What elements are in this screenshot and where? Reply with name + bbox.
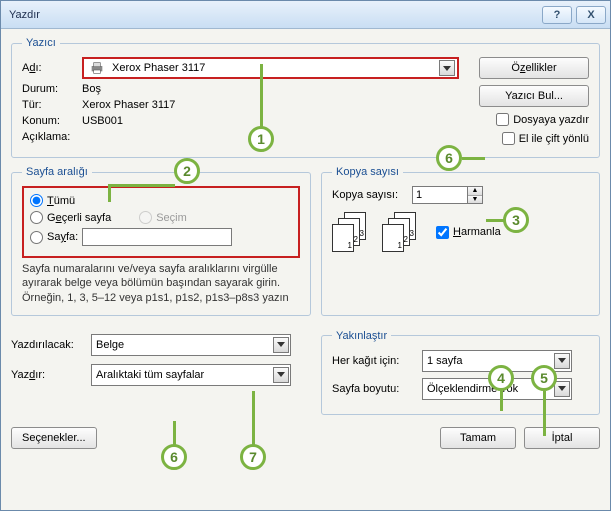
spin-down[interactable]: ▼ [468, 196, 482, 204]
zoom-legend: Yakınlaştır [332, 330, 391, 342]
help-button[interactable]: ? [542, 6, 572, 24]
cancel-button[interactable]: İptal [524, 427, 600, 449]
page-range-highlight: Tümü Geçerli sayfa Seçim Sayfa: [22, 186, 300, 258]
range-selection-radio [139, 211, 152, 224]
range-help-text: Sayfa numaralarını ve/veya sayfa aralıkl… [22, 262, 300, 305]
collate-check[interactable]: Harmanla [436, 226, 501, 239]
range-all-label: Tümü [47, 195, 75, 207]
location-label: Konum: [22, 115, 82, 127]
page-range-legend: Sayfa aralığı [22, 166, 92, 178]
printer-icon [88, 60, 106, 76]
persheet-select[interactable]: 1 sayfa [422, 350, 572, 372]
manual-duplex-check[interactable]: El ile çift yönlü [502, 132, 589, 145]
scale-drop[interactable] [554, 381, 570, 397]
print-drop[interactable] [273, 367, 289, 383]
collate-icon-2 [382, 212, 416, 252]
comment-label: Açıklama: [22, 131, 82, 143]
copies-count-label: Kopya sayısı: [332, 189, 412, 201]
type-label: Tür: [22, 99, 82, 111]
properties-button[interactable]: Özellikler [479, 57, 589, 79]
zoom-group: Yakınlaştır Her kağıt için: 1 sayfa Sayf… [321, 330, 600, 415]
printer-name-select[interactable]: Xerox Phaser 3117 [82, 57, 459, 79]
copies-input[interactable] [412, 186, 468, 204]
copies-spinner[interactable]: ▲▼ [412, 186, 483, 204]
what-drop[interactable] [273, 337, 289, 353]
range-pages-radio[interactable] [30, 231, 43, 244]
printer-name-value: Xerox Phaser 3117 [112, 62, 205, 74]
what-select[interactable]: Belge [91, 334, 291, 356]
scale-label: Sayfa boyutu: [332, 383, 422, 395]
ok-button[interactable]: Tamam [440, 427, 516, 449]
persheet-drop[interactable] [554, 353, 570, 369]
window-title: Yazdır [5, 9, 538, 21]
page-range-group: Sayfa aralığı Tümü Geçerli sayfa Seçim S… [11, 166, 311, 316]
range-pages-input[interactable] [82, 228, 232, 246]
what-value: Belge [96, 339, 124, 351]
printer-name-drop[interactable] [439, 60, 455, 76]
copies-legend: Kopya sayısı [332, 166, 403, 178]
print-value: Aralıktaki tüm sayfalar [96, 369, 204, 381]
what-label: Yazdırılacak: [11, 339, 91, 351]
spin-up[interactable]: ▲ [468, 187, 482, 196]
print-to-file-check[interactable]: Dosyaya yazdır [496, 113, 589, 126]
status-value: Boş [82, 83, 101, 95]
scale-value: Ölçeklendirme Yok [427, 383, 518, 395]
range-current-label: Geçerli sayfa [47, 212, 111, 224]
location-value: USB001 [82, 115, 123, 127]
persheet-value: 1 sayfa [427, 355, 462, 367]
close-button[interactable]: X [576, 6, 606, 24]
range-all-radio[interactable] [30, 194, 43, 207]
find-printer-button[interactable]: Yazıcı Bul... [479, 85, 589, 107]
options-button[interactable]: Seçenekler... [11, 427, 97, 449]
type-value: Xerox Phaser 3117 [82, 99, 175, 111]
print-label: Yazdır: [11, 369, 91, 381]
printer-legend: Yazıcı [22, 37, 60, 49]
persheet-label: Her kağıt için: [332, 355, 422, 367]
printer-group: Yazıcı Adı: Xerox Phaser 3117 Durum:Boş [11, 37, 600, 158]
collate-icon-1 [332, 212, 366, 252]
copies-group: Kopya sayısı Kopya sayısı: ▲▼ Harmanla [321, 166, 600, 316]
print-select[interactable]: Aralıktaki tüm sayfalar [91, 364, 291, 386]
range-current-radio[interactable] [30, 211, 43, 224]
range-selection-label: Seçim [156, 212, 187, 224]
scale-select[interactable]: Ölçeklendirme Yok [422, 378, 572, 400]
status-label: Durum: [22, 83, 82, 95]
printer-name-label: Adı: [22, 62, 82, 74]
range-pages-label: Sayfa: [47, 231, 78, 243]
